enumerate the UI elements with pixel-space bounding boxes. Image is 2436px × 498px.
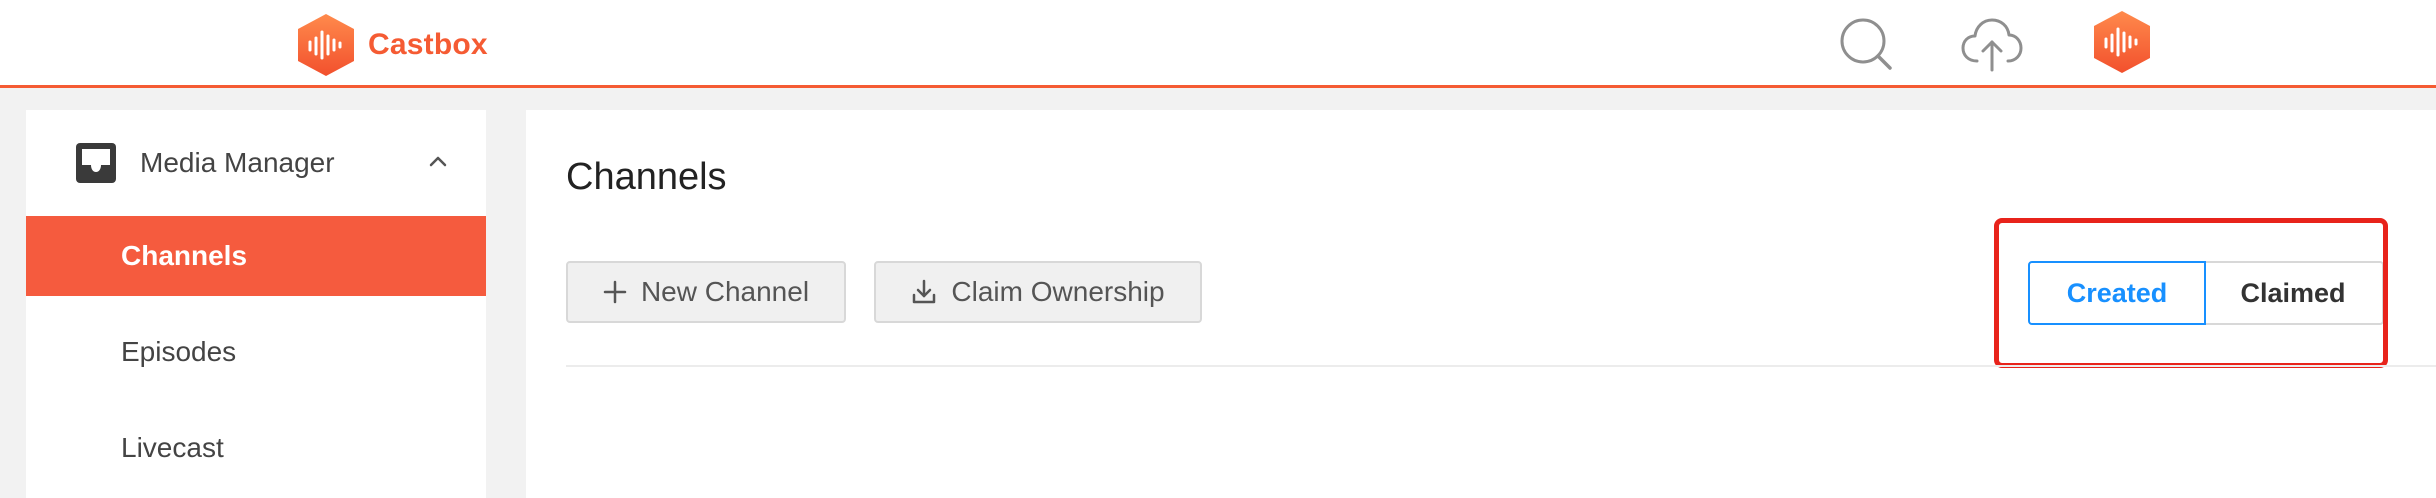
app-name: Castbox <box>368 28 488 61</box>
download-icon <box>913 279 936 304</box>
inbox-icon <box>76 143 116 183</box>
chevron-up-icon[interactable] <box>428 154 448 168</box>
sidebar-item-episodes[interactable]: Episodes <box>26 312 486 392</box>
media-manager-label: Media Manager <box>140 147 335 178</box>
sidebar: Media Manager Channels Episodes Livecast <box>26 110 486 498</box>
created-filter-tab[interactable]: Created <box>2028 261 2206 325</box>
castbox-logo-icon <box>298 14 354 76</box>
search-icon[interactable] <box>1838 16 1894 72</box>
claim-ownership-button[interactable]: Claim Ownership <box>874 261 1202 323</box>
claimed-filter-tab[interactable]: Claimed <box>2204 261 2384 325</box>
divider <box>566 365 2436 367</box>
sidebar-item-livecast[interactable]: Livecast <box>26 408 486 488</box>
new-channel-button[interactable]: New Channel <box>566 261 846 323</box>
main-panel: Channels New Channel Claim Ownership Cre… <box>526 110 2436 498</box>
plus-icon <box>603 280 627 304</box>
claim-ownership-label: Claim Ownership <box>951 276 1165 307</box>
sidebar-item-channels[interactable]: Channels <box>26 216 486 296</box>
avatar-icon[interactable] <box>2090 9 2154 75</box>
new-channel-label: New Channel <box>640 276 810 307</box>
top-header: Castbox <box>0 0 2436 88</box>
upload-cloud-icon[interactable] <box>1960 14 2024 74</box>
media-manager-section[interactable]: Media Manager <box>26 110 486 216</box>
castbox-logo[interactable]: Castbox <box>294 12 488 78</box>
page-title: Channels <box>566 156 727 198</box>
